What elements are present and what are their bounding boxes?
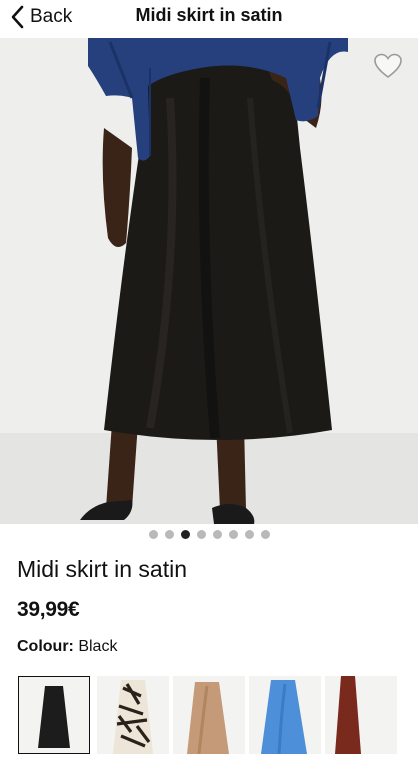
- colour-swatch-rust-brown[interactable]: [325, 676, 397, 754]
- colour-swatch-black[interactable]: [18, 676, 90, 754]
- heart-outline-icon: [373, 53, 403, 84]
- product-name: Midi skirt in satin: [17, 556, 187, 582]
- pagination-dot[interactable]: [196, 530, 206, 539]
- colour-swatch-zebra-print[interactable]: [97, 676, 169, 754]
- product-image[interactable]: [0, 38, 418, 524]
- colour-value: Black: [78, 638, 118, 655]
- colour-row: Colour: Black: [17, 638, 117, 656]
- pagination-dot[interactable]: [180, 530, 190, 539]
- pagination-dot[interactable]: [212, 530, 222, 539]
- favorite-button[interactable]: [373, 52, 403, 80]
- colour-label: Colour:: [17, 638, 74, 655]
- colour-swatch-camel[interactable]: [173, 676, 245, 754]
- colour-swatch-list: [17, 676, 418, 756]
- pagination-dot[interactable]: [244, 530, 254, 539]
- top-bar: Back Midi skirt in satin: [0, 0, 418, 38]
- pagination-dot[interactable]: [164, 530, 174, 539]
- colour-swatch-sky-blue[interactable]: [249, 676, 321, 754]
- page-title: Midi skirt in satin: [135, 5, 283, 25]
- image-pagination: [0, 530, 418, 540]
- pagination-dot[interactable]: [228, 530, 238, 539]
- product-price: 39,99€: [17, 598, 80, 621]
- product-photo: [0, 38, 418, 524]
- pagination-dot[interactable]: [260, 530, 270, 539]
- pagination-dot[interactable]: [148, 530, 158, 539]
